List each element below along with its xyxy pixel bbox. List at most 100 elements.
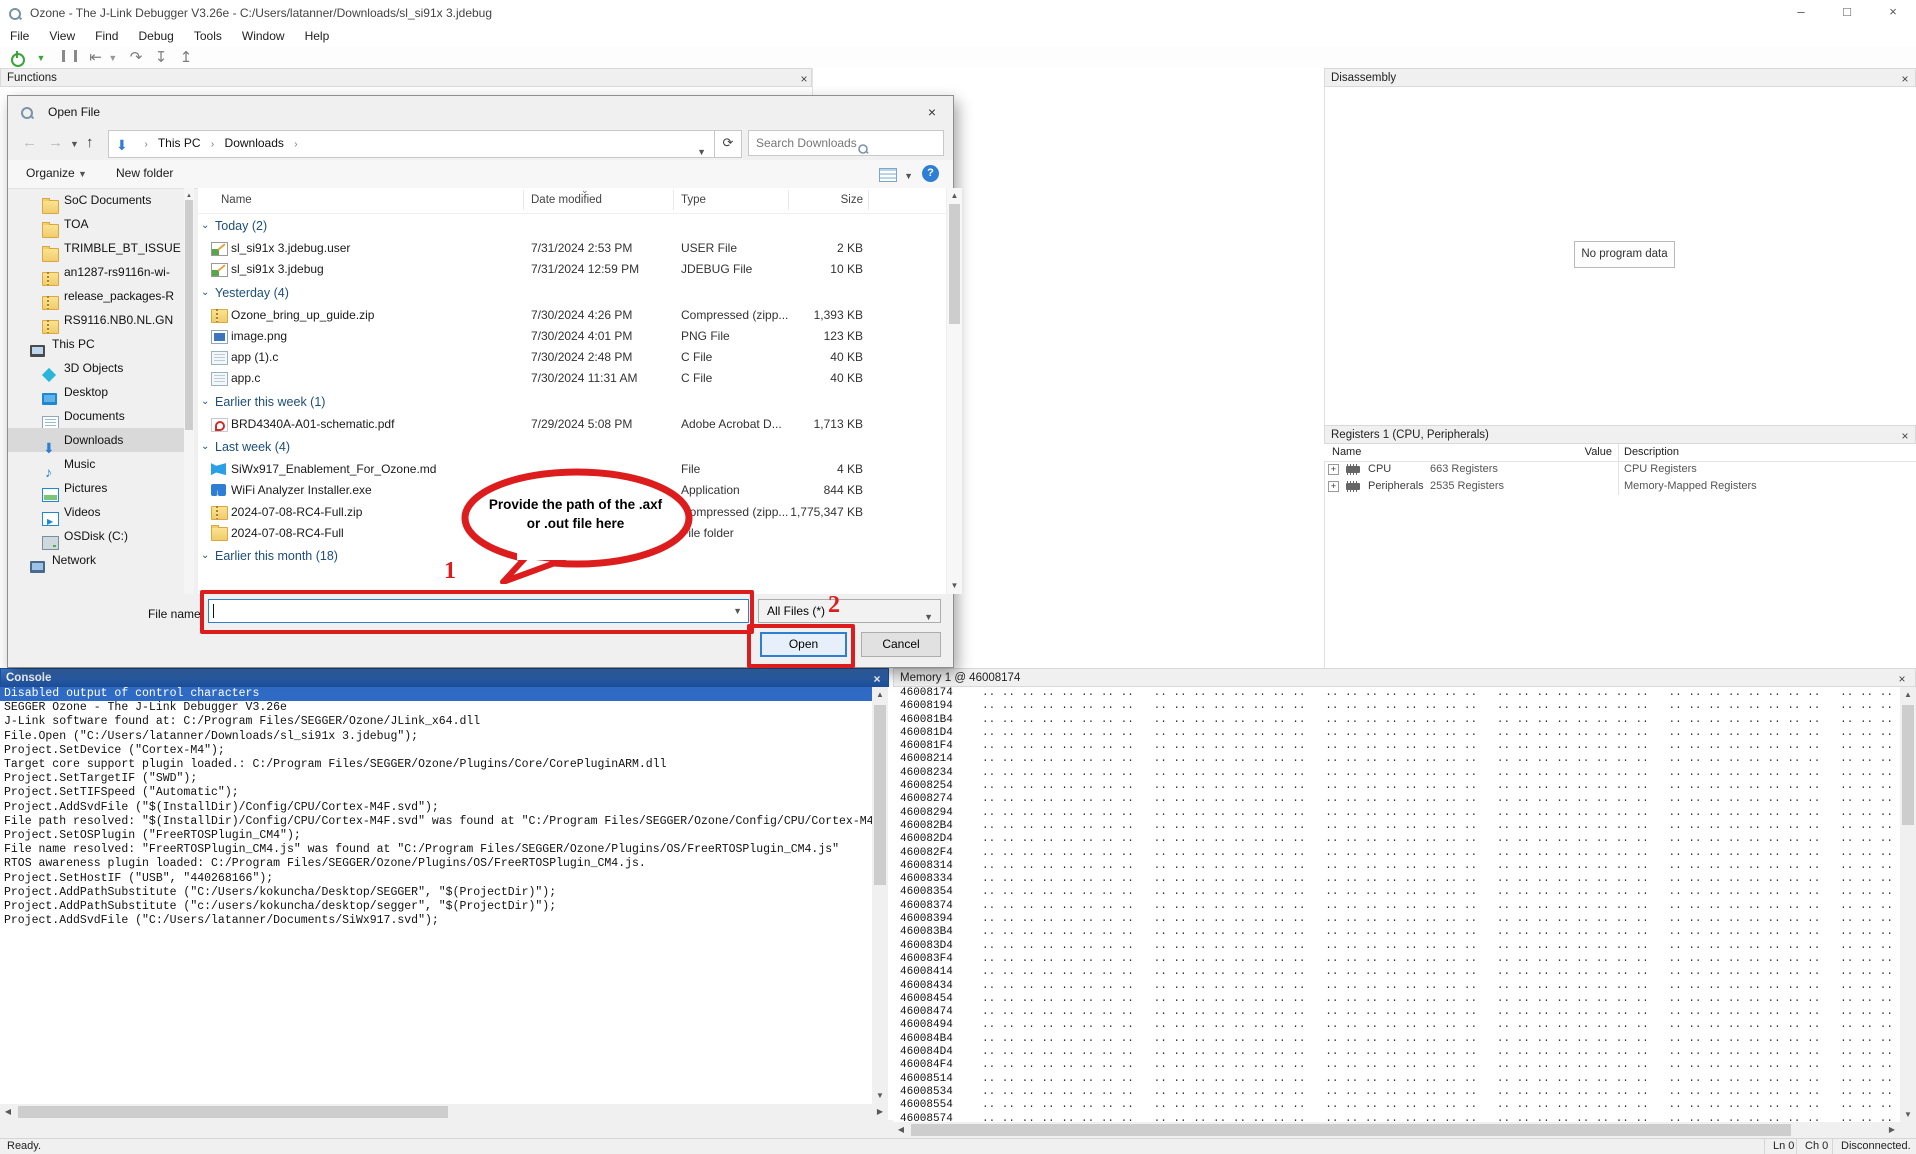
- sidebar-item-network[interactable]: Network: [8, 548, 184, 572]
- breadcrumb[interactable]: › This PC › Downloads › ▼: [108, 130, 715, 158]
- file-row[interactable]: BRD4340A-A01-schematic.pdf 7/29/2024 5:0…: [198, 414, 946, 435]
- column-divider[interactable]: [868, 190, 869, 210]
- registers-col-value[interactable]: Value: [1324, 446, 1612, 458]
- maximize-button[interactable]: □: [1830, 0, 1864, 25]
- file-row[interactable]: app.c 7/30/2024 11:31 AM C File 40 KB: [198, 368, 946, 389]
- view-mode-icon[interactable]: [879, 168, 897, 182]
- menu-debug[interactable]: Debug: [128, 26, 183, 46]
- sidebar-item-music[interactable]: Music: [8, 452, 184, 476]
- close-icon[interactable]: ×: [1894, 670, 1910, 688]
- scrollbar-thumb[interactable]: [874, 705, 886, 885]
- close-icon[interactable]: ×: [869, 670, 885, 688]
- column-divider[interactable]: [673, 190, 674, 210]
- file-row[interactable]: sl_si91x 3.jdebug.user 7/31/2024 2:53 PM…: [198, 238, 946, 259]
- close-icon[interactable]: ×: [796, 70, 812, 88]
- menu-window[interactable]: Window: [232, 26, 295, 46]
- step-out-icon[interactable]: ↥: [180, 47, 193, 69]
- register-row[interactable]: + Peripherals 2535 Registers Memory-Mapp…: [1324, 478, 1916, 495]
- console-horizontal-scrollbar[interactable]: ◀ ▶: [0, 1104, 888, 1120]
- sidebar-item-documents[interactable]: Documents: [8, 404, 184, 428]
- scroll-up-icon[interactable]: ▲: [872, 687, 888, 703]
- file-row[interactable]: image.png 7/30/2024 4:01 PM PNG File 123…: [198, 326, 946, 347]
- scroll-down-icon[interactable]: ▼: [872, 1088, 888, 1104]
- column-type[interactable]: Type: [681, 194, 706, 206]
- close-icon[interactable]: ×: [1897, 427, 1913, 445]
- forward-icon[interactable]: →: [48, 134, 63, 151]
- scroll-down-icon[interactable]: ▼: [1900, 1107, 1916, 1123]
- memory-horizontal-scrollbar[interactable]: ◀ ▶: [893, 1122, 1900, 1138]
- close-icon[interactable]: ×: [1897, 70, 1913, 88]
- scroll-right-icon[interactable]: ▶: [1884, 1122, 1900, 1138]
- column-date-modified[interactable]: Date modified: [531, 194, 602, 206]
- back-icon[interactable]: ←: [22, 134, 37, 151]
- sidebar-item-desktop[interactable]: Desktop: [8, 380, 184, 404]
- step-into-icon[interactable]: ↧: [155, 47, 168, 69]
- registers-col-description[interactable]: Description: [1624, 446, 1679, 458]
- search-input[interactable]: Search Downloads: [748, 130, 944, 156]
- scroll-left-icon[interactable]: ◀: [0, 1104, 16, 1120]
- menu-help[interactable]: Help: [295, 26, 340, 46]
- menu-tools[interactable]: Tools: [184, 26, 232, 46]
- refresh-button[interactable]: ⟳: [714, 130, 742, 158]
- file-row[interactable]: Ozone_bring_up_guide.zip 7/30/2024 4:26 …: [198, 305, 946, 326]
- help-icon[interactable]: ?: [922, 165, 939, 182]
- scroll-left-icon[interactable]: ◀: [893, 1122, 909, 1138]
- sidebar-item-rs9116-nb0-nl-gn[interactable]: RS9116.NB0.NL.GN: [8, 308, 184, 332]
- breadcrumb-downloads[interactable]: Downloads: [225, 136, 284, 150]
- sidebar-item-3d-objects[interactable]: 3D Objects: [8, 356, 184, 380]
- column-divider[interactable]: [788, 190, 789, 210]
- file-type-select[interactable]: All Files (*) ▼: [758, 599, 941, 623]
- chevron-down-icon[interactable]: ▼: [70, 139, 79, 149]
- chevron-down-icon[interactable]: ▼: [36, 47, 45, 69]
- chevron-down-icon[interactable]: ▼: [904, 171, 913, 181]
- scrollbar-thumb[interactable]: [911, 1124, 1791, 1136]
- file-group-header[interactable]: ⌄ Yesterday (4): [198, 281, 946, 305]
- memory-vertical-scrollbar[interactable]: ▲ ▼: [1900, 687, 1916, 1123]
- menu-view[interactable]: View: [39, 26, 85, 46]
- sidebar-item-release-packages-r[interactable]: release_packages-R: [8, 284, 184, 308]
- menu-find[interactable]: Find: [85, 26, 128, 46]
- reset-icon[interactable]: ⇤: [89, 47, 102, 69]
- file-row[interactable]: app (1).c 7/30/2024 2:48 PM C File 40 KB: [198, 347, 946, 368]
- scrollbar-thumb[interactable]: [949, 204, 960, 324]
- column-size[interactable]: Size: [796, 194, 863, 206]
- column-divider[interactable]: [523, 190, 524, 210]
- sidebar-item-an1287-rs9116n-wi-[interactable]: an1287-rs9116n-wi-: [8, 260, 184, 284]
- scrollbar-thumb[interactable]: [1902, 705, 1914, 825]
- sidebar-item-toa[interactable]: TOA: [8, 212, 184, 236]
- chevron-down-icon[interactable]: ▼: [108, 47, 117, 69]
- file-group-header[interactable]: ⌄ Earlier this week (1): [198, 390, 946, 414]
- scrollbar-thumb[interactable]: [18, 1106, 448, 1118]
- scroll-right-icon[interactable]: ▶: [872, 1104, 888, 1120]
- register-row[interactable]: + CPU 663 Registers CPU Registers: [1324, 461, 1916, 478]
- console-panel-header[interactable]: Console ×: [0, 668, 889, 687]
- sidebar-item-this-pc[interactable]: This PC: [8, 332, 184, 356]
- sidebar-item-trimble-bt-issue[interactable]: TRIMBLE_BT_ISSUE: [8, 236, 184, 260]
- breadcrumb-this-pc[interactable]: This PC: [158, 136, 201, 150]
- sidebar-item-soc-documents[interactable]: SoC Documents: [8, 188, 184, 212]
- file-row[interactable]: sl_si91x 3.jdebug 7/31/2024 12:59 PM JDE…: [198, 259, 946, 280]
- file-group-header[interactable]: ⌄ Today (2): [198, 214, 946, 238]
- menu-file[interactable]: File: [0, 26, 39, 46]
- up-icon[interactable]: ↑: [86, 134, 94, 151]
- scroll-up-icon[interactable]: ▲: [947, 188, 962, 204]
- step-over-icon[interactable]: ↷: [130, 47, 143, 69]
- memory-view[interactable]: 46008174.. .. .. .. .. .. .. .. .. .. ..…: [893, 687, 1900, 1123]
- console-output[interactable]: Disabled output of control charactersSEG…: [0, 687, 872, 1104]
- close-button[interactable]: ×: [1876, 0, 1910, 25]
- power-button-icon[interactable]: [10, 51, 24, 65]
- scroll-down-icon[interactable]: ▼: [947, 578, 962, 594]
- expand-icon[interactable]: +: [1328, 464, 1339, 475]
- file-group-header[interactable]: ⌄ Last week (4): [198, 435, 946, 459]
- scrollbar-thumb[interactable]: [185, 200, 193, 430]
- console-vertical-scrollbar[interactable]: ▲ ▼: [872, 687, 888, 1104]
- close-icon[interactable]: ×: [917, 100, 947, 124]
- column-name[interactable]: Name: [221, 194, 252, 206]
- sidebar-scrollbar[interactable]: ▲: [184, 188, 194, 594]
- organize-button[interactable]: Organize ▼: [26, 166, 87, 180]
- memory-panel-header[interactable]: Memory 1 @ 46008174 ×: [893, 668, 1916, 687]
- sidebar-item-downloads[interactable]: Downloads: [8, 428, 184, 452]
- minimize-button[interactable]: –: [1784, 0, 1818, 25]
- file-list-scrollbar[interactable]: ▲ ▼: [946, 188, 962, 594]
- sidebar-item-videos[interactable]: Videos: [8, 500, 184, 524]
